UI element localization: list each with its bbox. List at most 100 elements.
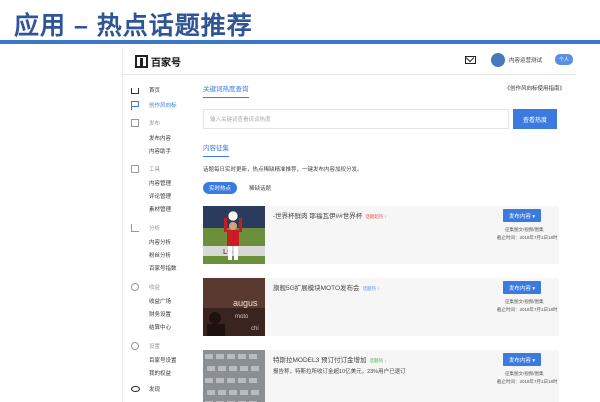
sidebar-group-label: 工具: [149, 167, 161, 173]
sidebar-item-label: 粉丝分析: [149, 253, 172, 259]
tab-content-collection[interactable]: 内容征集: [203, 142, 229, 157]
svg-text:augus: augus: [233, 298, 258, 308]
sidebar-item-label: 百家号指数: [149, 266, 177, 272]
home-icon: [131, 88, 139, 94]
sidebar-item-label: 内容管理: [149, 181, 172, 187]
sidebar-item-label: 创作风向标: [149, 103, 177, 109]
tool-icon: [131, 165, 139, 173]
flag-icon: [131, 100, 139, 110]
sidebar-item-account-settings[interactable]: 百家号设置: [123, 354, 188, 366]
sidebar-item-content-analytics[interactable]: 内容分析: [123, 236, 188, 248]
sidebar-group-label: 发布: [149, 121, 161, 127]
account-name[interactable]: 内容运营测试: [509, 56, 542, 64]
sidebar-item-comment-manage[interactable]: 评论管理: [123, 190, 188, 202]
slide-divider: [0, 40, 600, 44]
app-window: 百家号 内容运营测试 个人 首页 创作风向标 发布 发布内容 内容助手 工具 内…: [122, 47, 575, 402]
svg-text:moto: moto: [235, 314, 249, 320]
main-content: 关键词热度查询 《创作风向标使用指南》 查看热度 内容征集 话题每日实时更新，热…: [201, 76, 571, 402]
sidebar-item-fan-analytics[interactable]: 粉丝分析: [123, 249, 188, 261]
svg-text:chi: chi: [251, 326, 259, 332]
deadline: 截止时间：2018年7月1日18时: [497, 307, 558, 312]
tab-keyword-heat[interactable]: 关键词热度查询: [203, 83, 249, 98]
sidebar: 首页 创作风向标 发布 发布内容 内容助手 工具 内容管理 评论管理 素材管理: [123, 76, 188, 402]
logo[interactable]: 百家号: [135, 54, 181, 69]
sidebar-group-label: 设置: [149, 344, 161, 350]
filter-chip-scarce-topics[interactable]: 稀缺话题: [249, 184, 271, 192]
sidebar-item-label: 我的权益: [149, 371, 172, 377]
search-input[interactable]: [210, 114, 500, 126]
sidebar-item-benefits[interactable]: 我的权益: [123, 367, 188, 379]
sidebar-group-analytics: 分析: [123, 222, 188, 234]
money-icon: [131, 283, 139, 291]
sidebar-item-label: 发现: [149, 387, 161, 393]
topic-thumbnail[interactable]: LG: [203, 206, 265, 264]
heat-tag: 话题热 ↓: [369, 358, 387, 363]
sidebar-item-publish-content[interactable]: 发布内容: [123, 132, 188, 144]
heat-tag: 话题超热 ↑: [365, 214, 387, 219]
account-type-badge: 个人: [555, 54, 574, 65]
collect-types: 征集图文/视频/图集: [505, 371, 544, 376]
collect-types: 征集图文/视频/图集: [505, 299, 544, 304]
sidebar-item-settlement[interactable]: 结算中心: [123, 321, 188, 333]
topic-description: 报告称，特斯拉所收订金超10亿美元，23%用户已退订: [273, 369, 406, 375]
deadline: 截止时间：2018年7月1日18时: [497, 235, 558, 240]
sidebar-item-label: 收益广场: [149, 299, 172, 305]
sidebar-item-home[interactable]: 首页: [123, 84, 188, 96]
publish-content-button[interactable]: 发布内容 ▾: [503, 209, 541, 222]
sidebar-group-settings: 设置: [123, 340, 188, 352]
heat-tag: 话题热 ↑: [362, 286, 380, 291]
sidebar-item-revenue-square[interactable]: 收益广场: [123, 295, 188, 307]
top-bar: 百家号 内容运营测试 个人: [123, 47, 575, 75]
sidebar-item-label: 财务设置: [149, 312, 172, 318]
section-description: 话题每日实时更新，热点稀缺精准推荐，一键发布内容加权分发。: [203, 167, 363, 173]
topic-card: 特斯拉MODEL3 预订付订金增加 话题热 ↓ 报告称，特斯拉所收订金超10亿美元…: [203, 350, 559, 402]
sidebar-item-label: 内容助手: [149, 149, 172, 155]
deadline: 截止时间：2018年7月1日18时: [497, 379, 558, 384]
sidebar-item-label: 评论管理: [149, 194, 172, 200]
publish-content-button[interactable]: 发布内容 ▾: [503, 353, 541, 366]
topic-title[interactable]: 旗舰5G扩展模块MOTO发布会 话题热 ↑: [273, 282, 380, 292]
topic-thumbnail[interactable]: [203, 350, 265, 402]
sidebar-group-label: 分析: [149, 226, 161, 232]
topic-thumbnail[interactable]: augus moto chi: [203, 278, 265, 336]
slide-title: 应用 – 热点话题推荐: [14, 12, 253, 40]
collect-types: 征集图文/视频/图集: [505, 227, 544, 232]
search-box: [203, 109, 509, 129]
sidebar-group-revenue: 收益: [123, 281, 188, 293]
sidebar-item-finance-settings[interactable]: 财务设置: [123, 308, 188, 320]
sidebar-item-label: 发布内容: [149, 136, 172, 142]
eye-icon: [131, 386, 140, 392]
gear-icon: [131, 342, 139, 350]
check-heat-button[interactable]: 查看热度: [513, 109, 557, 129]
sidebar-item-trend[interactable]: 创作风向标: [123, 99, 188, 111]
sidebar-group-label: 收益: [149, 285, 161, 291]
mail-icon[interactable]: [465, 56, 476, 64]
filter-chip-realtime-hot[interactable]: 实时热点: [203, 182, 237, 194]
sidebar-item-material-manage[interactable]: 素材管理: [123, 203, 188, 215]
avatar[interactable]: [491, 53, 505, 67]
event-photo: augus moto chi: [203, 278, 265, 336]
sidebar-item-assistant[interactable]: 内容助手: [123, 145, 188, 157]
sidebar-item-label: 百家号设置: [149, 358, 177, 364]
sidebar-item-content-manage[interactable]: 内容管理: [123, 177, 188, 189]
parking-lot-photo: [203, 350, 265, 402]
sidebar-item-label: 内容分析: [149, 240, 172, 246]
sidebar-item-label: 结算中心: [149, 325, 172, 331]
edit-icon: [131, 119, 139, 127]
sidebar-group-tools: 工具: [123, 163, 188, 175]
topic-card: LG -世界杯鲜肉 耶福瓦伊##世界杯 话题超热 ↑ 发布内容 ▾ 征集图文/视频…: [203, 206, 559, 264]
topic-card: augus moto chi 旗舰5G扩展模块MOTO发布会 话题热 ↑ 发布内容…: [203, 278, 559, 336]
sidebar-item-label: 首页: [149, 88, 161, 94]
sidebar-item-index[interactable]: 百家号指数: [123, 262, 188, 274]
logo-icon: [135, 55, 148, 68]
guide-link[interactable]: 《创作风向标使用指南》: [504, 84, 565, 92]
topic-title-text: 特斯拉MODEL3 预订付订金增加: [273, 357, 367, 364]
topic-title[interactable]: 特斯拉MODEL3 预订付订金增加 话题热 ↓: [273, 354, 387, 364]
sidebar-item-label: 素材管理: [149, 207, 172, 213]
chart-icon: [131, 224, 139, 232]
sidebar-item-discover[interactable]: 发现: [123, 383, 188, 395]
soccer-photo: LG: [203, 206, 265, 264]
topic-title[interactable]: -世界杯鲜肉 耶福瓦伊##世界杯 话题超热 ↑: [273, 210, 387, 220]
publish-content-button[interactable]: 发布内容 ▾: [503, 281, 541, 294]
logo-text: 百家号: [151, 58, 181, 69]
